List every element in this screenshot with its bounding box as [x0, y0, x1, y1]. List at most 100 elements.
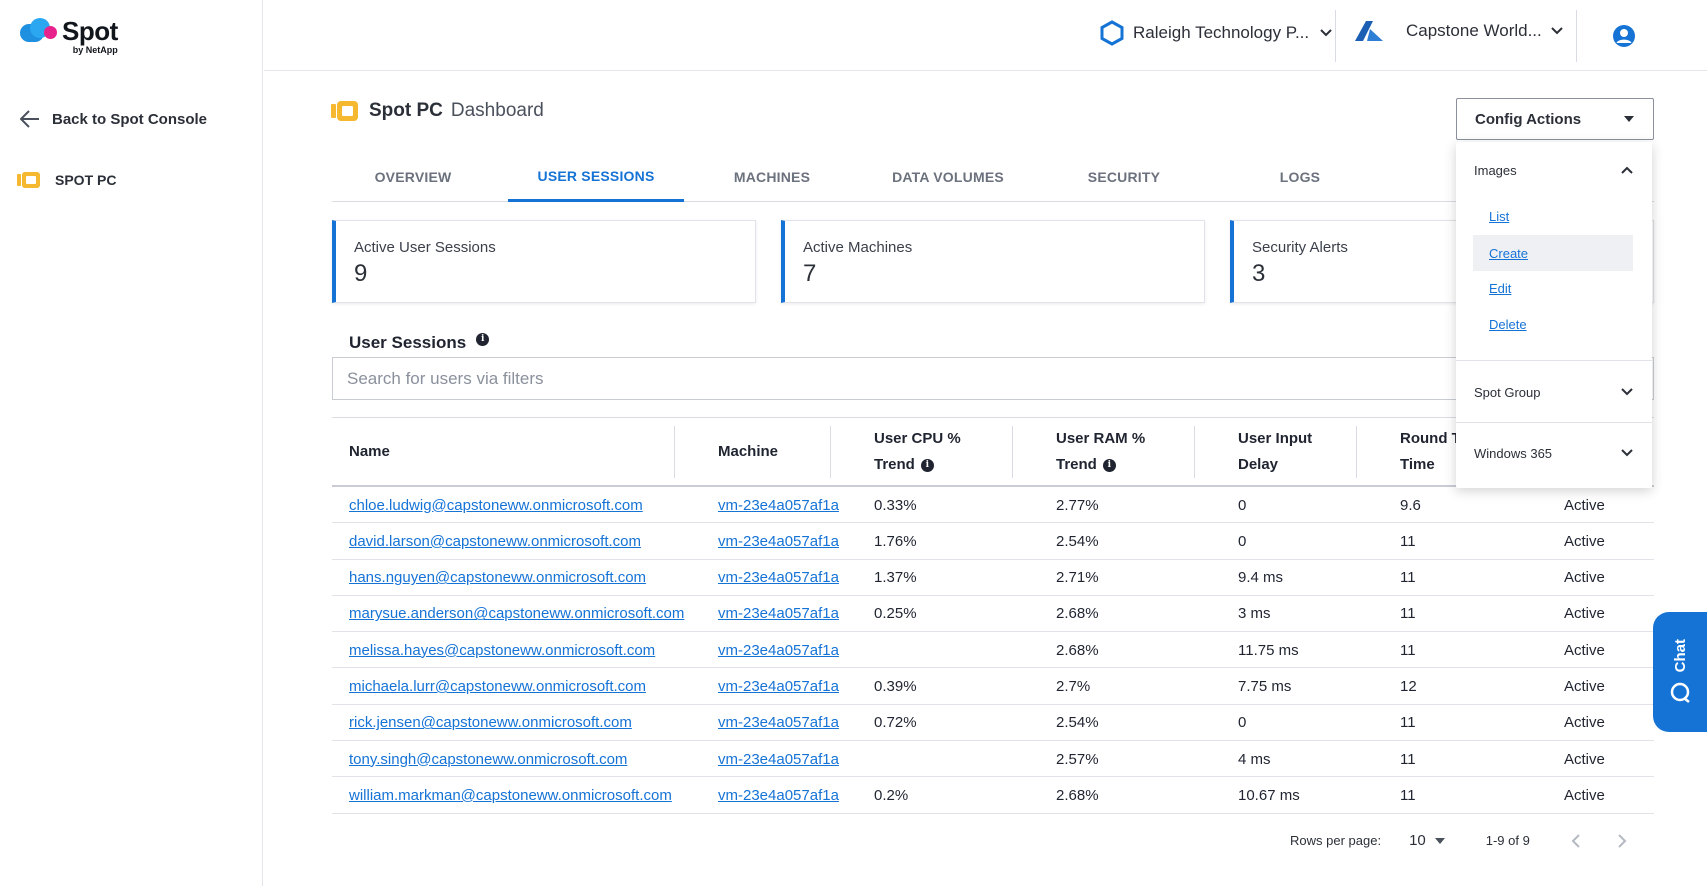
machine-link[interactable]: vm-23e4a057af1a: [718, 523, 839, 559]
user-name-link[interactable]: hans.nguyen@capstoneww.onmicrosoft.com: [349, 560, 646, 596]
info-icon[interactable]: i: [476, 332, 490, 346]
page-range: 1-9 of 9: [1485, 833, 1530, 848]
round-trip-cell: 11: [1400, 569, 1416, 587]
chevron-down-icon: [1320, 29, 1332, 37]
cpu-trend-cell: 0.33%: [874, 496, 917, 514]
machine-link[interactable]: vm-23e4a057af1a: [718, 632, 839, 668]
tab-security[interactable]: SECURITY: [1036, 152, 1212, 202]
user-avatar[interactable]: [1612, 24, 1636, 53]
rows-per-page-label: Rows per page:: [1290, 833, 1382, 848]
status-cell: Active: [1564, 714, 1605, 732]
tab-overview[interactable]: OVERVIEW: [332, 152, 494, 202]
ram-trend-cell: 2.77%: [1056, 496, 1099, 514]
machine-link[interactable]: vm-23e4a057af1a: [718, 741, 839, 777]
column-header-ram-trend[interactable]: User RAM % Trend i: [1056, 418, 1145, 486]
table-row: melissa.hayes@capstoneww.onmicrosoft.com…: [332, 632, 1654, 669]
menu-divider: [1456, 360, 1652, 361]
tab-logs[interactable]: LOGS: [1212, 152, 1388, 202]
status-cell: Active: [1564, 496, 1605, 514]
organization-select[interactable]: Raleigh Technology P...: [1099, 20, 1333, 46]
tab-user-sessions[interactable]: USER SESSIONS: [508, 152, 684, 202]
info-icon[interactable]: i: [920, 458, 934, 472]
round-trip-cell: 9.6: [1400, 496, 1421, 514]
menu-item-list[interactable]: List: [1473, 198, 1633, 234]
chevron-right-icon[interactable]: [1616, 833, 1628, 848]
menu-item-delete[interactable]: Delete: [1473, 306, 1633, 342]
chat-button[interactable]: Chat: [1653, 612, 1707, 732]
table-row: david.larson@capstoneww.onmicrosoft.com v…: [332, 523, 1654, 560]
chevron-down-icon: [1621, 449, 1633, 457]
input-delay-cell: 11.75 ms: [1238, 641, 1299, 659]
caret-down-icon: [1624, 116, 1634, 122]
config-actions-label: Config Actions: [1475, 110, 1582, 128]
column-header-name[interactable]: Name: [349, 418, 390, 486]
input-delay-cell: 0: [1238, 496, 1247, 514]
ram-trend-cell: 2.54%: [1056, 714, 1099, 732]
tab-data-volumes[interactable]: DATA VOLUMES: [860, 152, 1036, 202]
table-body: chloe.ludwig@capstoneww.onmicrosoft.com v…: [332, 487, 1654, 814]
user-name-link[interactable]: william.markman@capstoneww.onmicrosoft.c…: [349, 777, 672, 813]
table-row: rick.jensen@capstoneww.onmicrosoft.com vm…: [332, 705, 1654, 742]
logo-subtitle: by NetApp: [72, 45, 118, 55]
cpu-trend-cell: 0.72%: [874, 714, 917, 732]
sidebar-item-spot-pc[interactable]: SPOT PC: [17, 171, 116, 189]
cloud-account-name: Capstone World...: [1406, 21, 1542, 40]
user-name-link[interactable]: marysue.anderson@capstoneww.onmicrosoft.…: [349, 596, 684, 632]
logo-name: Spot: [62, 16, 118, 46]
user-name-link[interactable]: david.larson@capstoneww.onmicrosoft.com: [349, 523, 641, 559]
column-header-cpu-trend[interactable]: User CPU % Trend i: [874, 418, 961, 486]
arrow-left-icon: [20, 110, 39, 128]
machine-link[interactable]: vm-23e4a057af1a: [718, 668, 839, 704]
ram-trend-cell: 2.68%: [1056, 786, 1099, 804]
rows-per-page-select[interactable]: 10: [1409, 832, 1446, 849]
status-cell: Active: [1564, 786, 1605, 804]
active-machines-card: Active Machines 7: [781, 220, 1205, 303]
user-name-link[interactable]: tony.singh@capstoneww.onmicrosoft.com: [349, 741, 627, 777]
spot-cloud-icon: [20, 18, 58, 44]
chevron-left-icon[interactable]: [1570, 833, 1582, 848]
pagination: Rows per page: 10 1-9 of 9: [1290, 832, 1628, 849]
input-delay-cell: 7.75 ms: [1238, 677, 1292, 695]
back-to-console-link[interactable]: Back to Spot Console: [20, 110, 207, 128]
top-bar: Raleigh Technology P... Capstone World..…: [264, 0, 1707, 71]
user-name-link[interactable]: melissa.hayes@capstoneww.onmicrosoft.com: [349, 632, 655, 668]
config-actions-button[interactable]: Config Actions: [1456, 98, 1654, 140]
machine-link[interactable]: vm-23e4a057af1a: [718, 487, 839, 523]
column-header-round-trip-time[interactable]: Round T Time: [1400, 418, 1461, 486]
machine-link[interactable]: vm-23e4a057af1a: [718, 705, 839, 741]
ram-trend-cell: 2.68%: [1056, 605, 1099, 623]
cpu-trend-cell: 0.25%: [874, 605, 917, 623]
status-cell: Active: [1564, 605, 1605, 623]
round-trip-cell: 11: [1400, 750, 1416, 768]
machine-link[interactable]: vm-23e4a057af1a: [718, 777, 839, 813]
cloud-account-select[interactable]: Capstone World...: [1354, 20, 1564, 42]
user-name-link[interactable]: rick.jensen@capstoneww.onmicrosoft.com: [349, 705, 632, 741]
machine-link[interactable]: vm-23e4a057af1a: [718, 560, 839, 596]
menu-item-edit[interactable]: Edit: [1473, 270, 1633, 306]
sidebar-item-label: SPOT PC: [55, 172, 117, 188]
input-delay-cell: 0: [1238, 714, 1247, 732]
menu-group-images[interactable]: Images: [1456, 152, 1652, 188]
divider: [1576, 10, 1577, 62]
tab-machines[interactable]: MACHINES: [684, 152, 860, 202]
menu-group-windows-365[interactable]: Windows 365: [1456, 435, 1652, 471]
ram-trend-cell: 2.54%: [1056, 532, 1099, 550]
spot-pc-icon: [17, 172, 40, 188]
chevron-up-icon: [1621, 166, 1633, 174]
ram-trend-cell: 2.68%: [1056, 641, 1099, 659]
info-icon[interactable]: i: [1102, 458, 1116, 472]
organization-name: Raleigh Technology P...: [1133, 23, 1310, 42]
input-delay-cell: 4 ms: [1238, 750, 1271, 768]
round-trip-cell: 11: [1400, 641, 1416, 659]
table-row: hans.nguyen@capstoneww.onmicrosoft.com vm…: [332, 560, 1654, 596]
menu-item-create[interactable]: Create: [1473, 235, 1633, 271]
rows-per-page-value: 10: [1409, 832, 1426, 849]
page-brand: Spot PC: [369, 100, 443, 121]
spot-logo[interactable]: Spot by NetApp: [20, 18, 118, 55]
user-name-link[interactable]: chloe.ludwig@capstoneww.onmicrosoft.com: [349, 487, 643, 523]
machine-link[interactable]: vm-23e4a057af1a: [718, 596, 839, 632]
column-header-machine[interactable]: Machine: [718, 418, 778, 486]
column-header-input-delay[interactable]: User Input Delay: [1238, 418, 1312, 486]
user-name-link[interactable]: michaela.lurr@capstoneww.onmicrosoft.com: [349, 668, 646, 704]
menu-group-spot-group[interactable]: Spot Group: [1456, 374, 1652, 410]
